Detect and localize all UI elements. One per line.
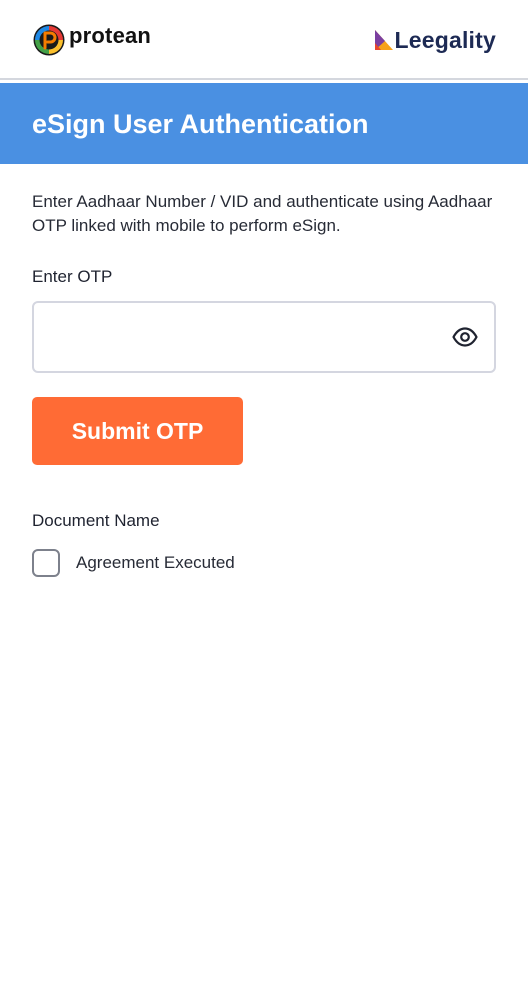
- esign-page: protean Leegality eSign User Authenticat…: [0, 0, 528, 992]
- instructions-text: Enter Aadhaar Number / VID and authentic…: [32, 192, 493, 235]
- top-bar: protean Leegality: [0, 0, 528, 80]
- page-title: eSign User Authentication: [32, 109, 369, 139]
- leegality-brand-name: Leegality: [394, 27, 496, 53]
- document-list-item: Agreement Executed: [32, 549, 235, 577]
- document-name-label: Document Name: [32, 511, 160, 530]
- leegality-logo-icon: [375, 30, 394, 50]
- leegality-logo: Leegality: [375, 25, 496, 55]
- otp-input[interactable]: [48, 303, 452, 373]
- protean-logo: protean: [33, 23, 152, 56]
- page-header: eSign User Authentication: [0, 83, 528, 164]
- auth-form: Enter Aadhaar Number / VID and authentic…: [32, 190, 496, 577]
- eye-icon[interactable]: [452, 325, 478, 349]
- document-checkbox[interactable]: [32, 549, 60, 577]
- protean-logo-icon: [33, 24, 65, 56]
- otp-label: Enter OTP: [32, 267, 113, 286]
- document-item-label: Agreement Executed: [76, 553, 235, 572]
- protean-brand-name: protean: [69, 23, 152, 48]
- submit-otp-button[interactable]: Submit OTP: [32, 397, 243, 465]
- otp-field[interactable]: [32, 301, 496, 373]
